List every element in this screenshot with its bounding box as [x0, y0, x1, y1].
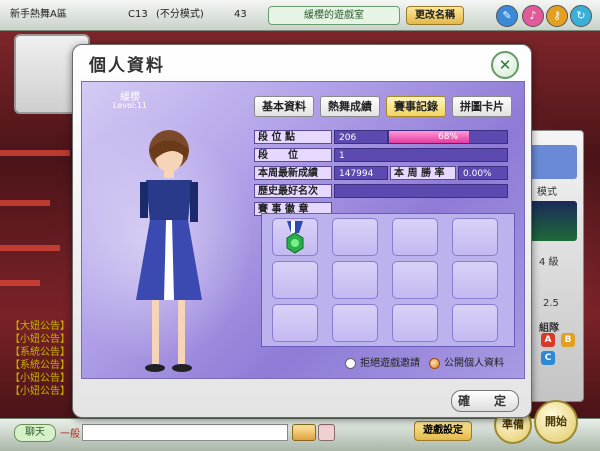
tab-match-records[interactable]: 賽事記錄	[386, 96, 446, 117]
music-icon[interactable]: ♪	[522, 5, 544, 27]
weekly-best-value: 147994	[334, 166, 388, 180]
team-b-button[interactable]: B	[561, 333, 575, 347]
emote-button[interactable]	[318, 424, 335, 441]
level-label: 4 級	[539, 257, 559, 268]
room-info-bar: 新手熱舞A區 C13 (不分模式) 43 緩櫻的遊戲室 更改名稱 ✎ ♪ ⚷ ↻	[0, 0, 600, 31]
send-button[interactable]	[292, 424, 316, 441]
room-title: 緩櫻的遊戲室	[268, 6, 400, 25]
refresh-icon[interactable]: ↻	[570, 5, 592, 27]
best-rank-label: 歷史最好名次	[254, 184, 332, 198]
close-icon[interactable]: ✕	[491, 51, 519, 79]
medal-slot[interactable]	[332, 218, 378, 256]
medal-slot[interactable]	[392, 261, 438, 299]
player-count: 43	[234, 9, 247, 20]
chat-input[interactable]	[82, 424, 288, 441]
public-profile-radio[interactable]	[429, 357, 440, 369]
public-profile-option[interactable]: 公開個人資料	[429, 354, 504, 369]
character-level: Level:11	[113, 101, 147, 110]
rank-label: 段 位	[254, 148, 332, 162]
mode-label: 模式	[537, 187, 557, 198]
stage-light	[0, 280, 40, 286]
weekly-win-rate-value: 0.00%	[458, 166, 508, 180]
medal-grid	[261, 213, 515, 347]
medal-slot[interactable]	[452, 218, 498, 256]
tab-basic-info[interactable]: 基本資料	[254, 96, 314, 117]
start-button[interactable]: 開始	[534, 400, 578, 444]
reject-invite-radio[interactable]	[345, 357, 356, 369]
reject-invite-option[interactable]: 拒絕遊戲邀請	[345, 354, 420, 369]
medal-icon	[286, 221, 304, 254]
medal-slot[interactable]	[392, 218, 438, 256]
reject-invite-label: 拒絕遊戲邀請	[360, 358, 420, 369]
rank-value: 1	[334, 148, 508, 162]
chat-channel[interactable]: 一般	[60, 425, 80, 440]
key-icon[interactable]: ⚷	[546, 5, 568, 27]
rank-progress-text: 68%	[437, 132, 458, 142]
music-thumbnail[interactable]	[529, 201, 577, 241]
team-label: 組隊	[539, 323, 559, 334]
medal-slot-filled[interactable]	[272, 218, 318, 256]
character-avatar	[136, 130, 202, 372]
stage-light	[0, 200, 50, 206]
dialog-title: 個人資料	[89, 56, 165, 76]
speed-value[interactable]: 2.5	[543, 298, 559, 309]
chat-toggle-button[interactable]: 聊天	[14, 424, 56, 442]
public-profile-label: 公開個人資料	[444, 358, 504, 369]
room-mode: (不分模式)	[156, 9, 204, 20]
stage-light	[0, 245, 60, 251]
rename-button[interactable]: 更改名稱	[406, 6, 464, 25]
game-settings-button[interactable]: 遊戲設定	[414, 421, 472, 441]
medal-slot[interactable]	[272, 304, 318, 342]
team-c-button[interactable]: C	[541, 351, 555, 365]
medal-slot[interactable]	[332, 304, 378, 342]
brush-icon[interactable]: ✎	[496, 5, 518, 27]
rank-points-value: 206	[334, 130, 388, 144]
weekly-best-label: 本周最新成績	[254, 166, 332, 180]
tab-puzzle-cards[interactable]: 拼圖卡片	[452, 96, 512, 117]
rank-points-label: 段 位 點	[254, 130, 332, 144]
ok-button[interactable]: 確 定	[451, 390, 519, 412]
profile-dialog: 個人資料 ✕ 緩櫻 Level:11 基本資料 熱舞成績 賽事記錄 拼圖卡片 段…	[72, 44, 532, 418]
room-name: 新手熱舞A區	[10, 9, 67, 20]
rank-progress-bar: 68%	[388, 130, 508, 144]
stage-light	[0, 150, 70, 156]
medal-slot[interactable]	[452, 261, 498, 299]
weekly-win-rate-label: 本 周 勝 率	[390, 166, 456, 180]
team-a-button[interactable]: A	[541, 333, 555, 347]
medal-slot[interactable]	[332, 261, 378, 299]
medal-slot[interactable]	[272, 261, 318, 299]
medal-slot[interactable]	[452, 304, 498, 342]
medal-slot[interactable]	[392, 304, 438, 342]
room-number: C13	[128, 9, 148, 20]
chat-log: 【大妞公告】 【小妞公告】 【系統公告】 【系統公告】 【小妞公告】 【小妞公告】	[10, 321, 70, 397]
best-rank-value	[334, 184, 508, 198]
mode-thumbnail[interactable]	[529, 145, 577, 179]
tab-dance-scores[interactable]: 熱舞成績	[320, 96, 380, 117]
